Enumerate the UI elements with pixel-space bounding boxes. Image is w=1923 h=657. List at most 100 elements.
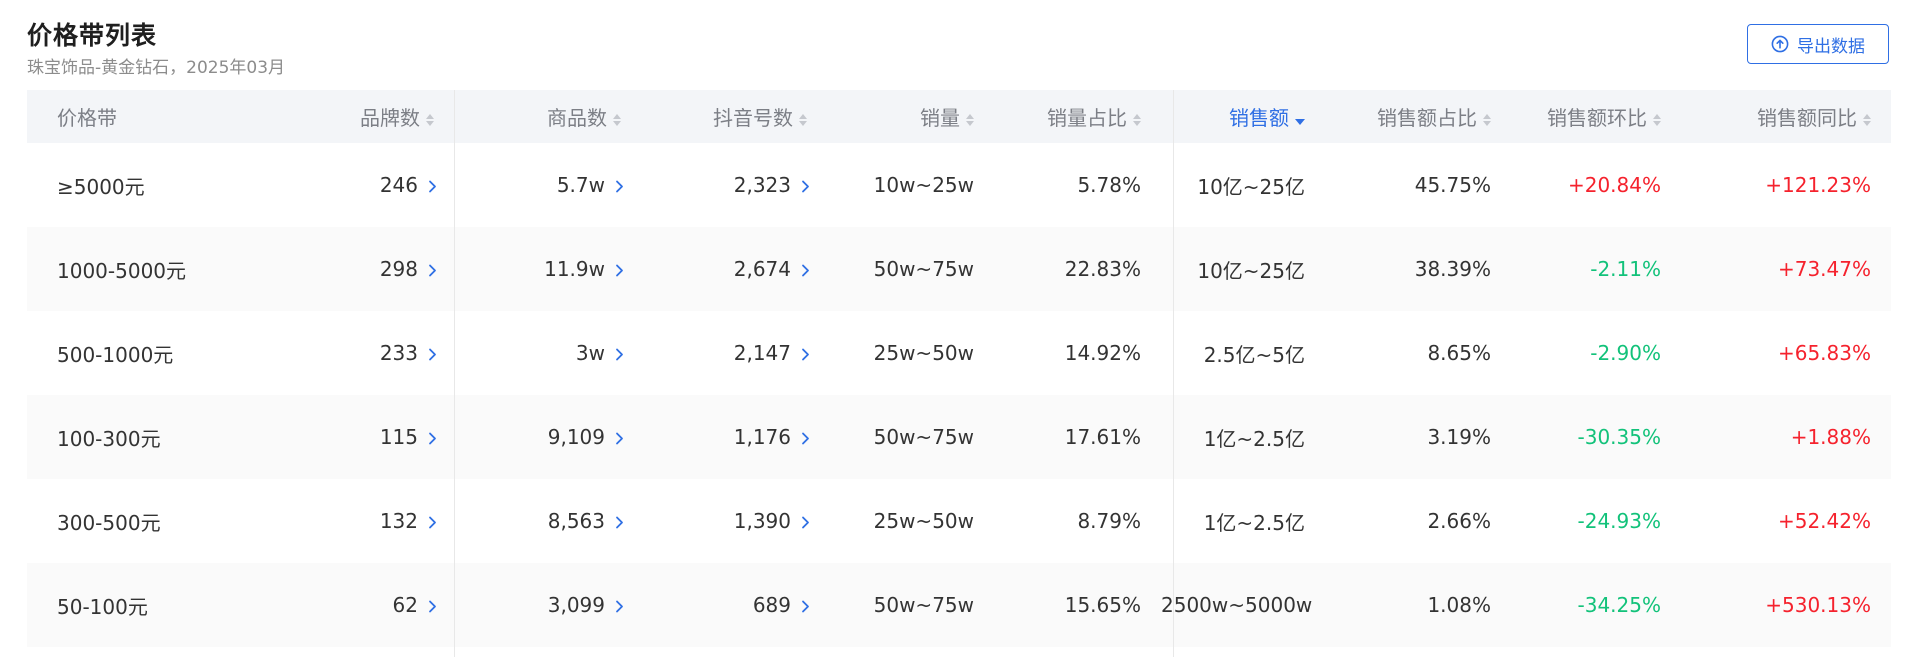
page-title: 价格带列表 — [27, 21, 158, 50]
table-row: 500-1000元 233 3w 2,147 25w~50w 14.92% 2.5亿~5亿 8… — [27, 311, 1891, 395]
cell-sales-amount: 1亿~2.5亿 — [1161, 395, 1325, 479]
cell-brands: 115 — [187, 395, 454, 479]
chevron-right-icon[interactable] — [611, 341, 627, 365]
table-row: 1000-5000元 298 11.9w 2,674 50w~75w 22.83% 10亿~… — [27, 227, 1891, 311]
cell-price-band: ≥5000元 — [57, 174, 145, 199]
cell-brands: 233 — [187, 311, 454, 395]
sort-caret-icon[interactable] — [966, 113, 974, 126]
cell-douyin-accounts: 2,147 — [641, 311, 827, 395]
cell-sales-volume: 50w~75w — [827, 563, 994, 647]
cell-volume-share: 22.83% — [994, 227, 1161, 311]
cell-douyin-accounts: 2,323 — [641, 143, 827, 227]
upload-icon — [1771, 35, 1789, 53]
chevron-right-icon[interactable] — [611, 257, 627, 281]
chevron-right-icon[interactable] — [424, 425, 440, 449]
cell-amount-yoy: +52.42% — [1777, 509, 1871, 533]
cell-amount-yoy: +1.88% — [1681, 395, 1891, 479]
cell-sales-amount: 2500w~5000w — [1161, 563, 1325, 647]
sort-caret-icon[interactable] — [1133, 113, 1141, 126]
cell-amount-share: 45.75% — [1414, 173, 1491, 197]
cell-products: 8,563 — [454, 479, 641, 563]
cell-amount-mom: -24.93% — [1577, 509, 1661, 533]
sort-caret-icon[interactable] — [613, 113, 621, 126]
cell-amount-share: 38.39% — [1325, 227, 1511, 311]
chevron-right-icon[interactable] — [424, 341, 440, 365]
table-header-row: 价格带 品牌数 商品数 抖音号数 销量 销量占比 销售额 销售额占比 销售额环比… — [27, 90, 1891, 143]
chevron-right-icon[interactable] — [611, 173, 627, 197]
chevron-right-icon[interactable] — [424, 509, 440, 533]
export-data-button[interactable]: 导出数据 — [1747, 24, 1889, 64]
cell-amount-yoy: +65.83% — [1777, 341, 1871, 365]
chevron-right-icon[interactable] — [797, 425, 813, 449]
export-data-label: 导出数据 — [1797, 36, 1865, 57]
cell-volume-share: 14.92% — [1064, 341, 1141, 365]
cell-volume-share: 15.65% — [994, 563, 1161, 647]
col-header-sales-volume[interactable]: 销量 — [827, 90, 994, 143]
col-header-volume-share[interactable]: 销量占比 — [994, 90, 1161, 143]
col-header-products[interactable]: 商品数 — [454, 90, 641, 143]
cell-sales-amount: 2.5亿~5亿 — [1203, 342, 1305, 367]
cell-sales-volume: 10w~25w — [873, 173, 974, 197]
cell-amount-mom: -2.11% — [1511, 227, 1681, 311]
col-header-brands[interactable]: 品牌数 — [187, 90, 454, 143]
cell-volume-share: 5.78% — [1077, 173, 1141, 197]
cell-amount-mom: -2.90% — [1590, 341, 1661, 365]
col-header-amount-mom[interactable]: 销售额环比 — [1511, 90, 1681, 143]
col-header-sales-amount[interactable]: 销售额 — [1161, 90, 1325, 143]
sort-caret-icon[interactable] — [426, 113, 434, 126]
table-row: 50-100元 62 3,099 689 50w~75w 15.65% 2500w~5000… — [27, 563, 1891, 647]
cell-brands: 62 — [187, 563, 454, 647]
chevron-right-icon[interactable] — [424, 593, 440, 617]
chevron-right-icon[interactable] — [611, 425, 627, 449]
chevron-right-icon[interactable] — [797, 257, 813, 281]
cell-products: 11.9w — [454, 227, 641, 311]
chevron-right-icon[interactable] — [424, 173, 440, 197]
chevron-right-icon[interactable] — [797, 173, 813, 197]
cell-amount-share: 2.66% — [1427, 509, 1491, 533]
col-header-amount-share[interactable]: 销售额占比 — [1325, 90, 1511, 143]
cell-price-band: 1000-5000元 — [27, 227, 187, 311]
cell-price-band: 300-500元 — [57, 510, 161, 535]
chevron-right-icon[interactable] — [797, 509, 813, 533]
cell-douyin-accounts: 1,390 — [641, 479, 827, 563]
chevron-right-icon[interactable] — [797, 593, 813, 617]
sort-caret-icon[interactable] — [1653, 113, 1661, 126]
cell-amount-share: 8.65% — [1427, 341, 1491, 365]
page-subtitle: 珠宝饰品-黄金钻石，2025年03月 — [27, 58, 286, 78]
cell-amount-share: 1.08% — [1325, 563, 1511, 647]
sort-desc-active-icon[interactable] — [1295, 115, 1305, 125]
col-header-amount-yoy[interactable]: 销售额同比 — [1681, 90, 1891, 143]
col-header-douyin-accounts[interactable]: 抖音号数 — [641, 90, 827, 143]
table-row: 100-300元 115 9,109 1,176 50w~75w 17.61% 1亿~2.5… — [27, 395, 1891, 479]
cell-sales-amount: 10亿~25亿 — [1197, 174, 1305, 199]
cell-douyin-accounts: 2,674 — [641, 227, 827, 311]
cell-price-band: 50-100元 — [27, 563, 187, 647]
cell-sales-amount: 10亿~25亿 — [1161, 227, 1325, 311]
chevron-right-icon[interactable] — [797, 341, 813, 365]
chevron-right-icon[interactable] — [611, 593, 627, 617]
cell-products: 5.7w — [454, 143, 641, 227]
cell-amount-share: 3.19% — [1325, 395, 1511, 479]
sort-caret-icon[interactable] — [1863, 113, 1871, 126]
cell-douyin-accounts: 689 — [641, 563, 827, 647]
column-divider — [1173, 90, 1174, 657]
sort-caret-icon[interactable] — [799, 113, 807, 126]
cell-brands: 132 — [187, 479, 454, 563]
price-band-table: 价格带 品牌数 商品数 抖音号数 销量 销量占比 销售额 销售额占比 销售额环比… — [27, 90, 1891, 657]
cell-douyin-accounts: 1,176 — [641, 395, 827, 479]
cell-products: 3w — [454, 311, 641, 395]
col-header-price-band: 价格带 — [27, 90, 187, 143]
cell-price-band: 100-300元 — [27, 395, 187, 479]
chevron-right-icon[interactable] — [424, 257, 440, 281]
cell-amount-yoy: +73.47% — [1681, 227, 1891, 311]
table-row: ≥5000元 246 5.7w 2,323 10w~25w 5.78% 10亿~25亿 45.… — [27, 143, 1891, 227]
sort-caret-icon[interactable] — [1483, 113, 1491, 126]
cell-sales-volume: 25w~50w — [873, 509, 974, 533]
cell-brands: 298 — [187, 227, 454, 311]
column-divider — [454, 90, 455, 657]
cell-products: 9,109 — [454, 395, 641, 479]
cell-amount-mom: +20.84% — [1567, 173, 1661, 197]
cell-amount-mom: -30.35% — [1511, 395, 1681, 479]
cell-volume-share: 17.61% — [994, 395, 1161, 479]
chevron-right-icon[interactable] — [611, 509, 627, 533]
